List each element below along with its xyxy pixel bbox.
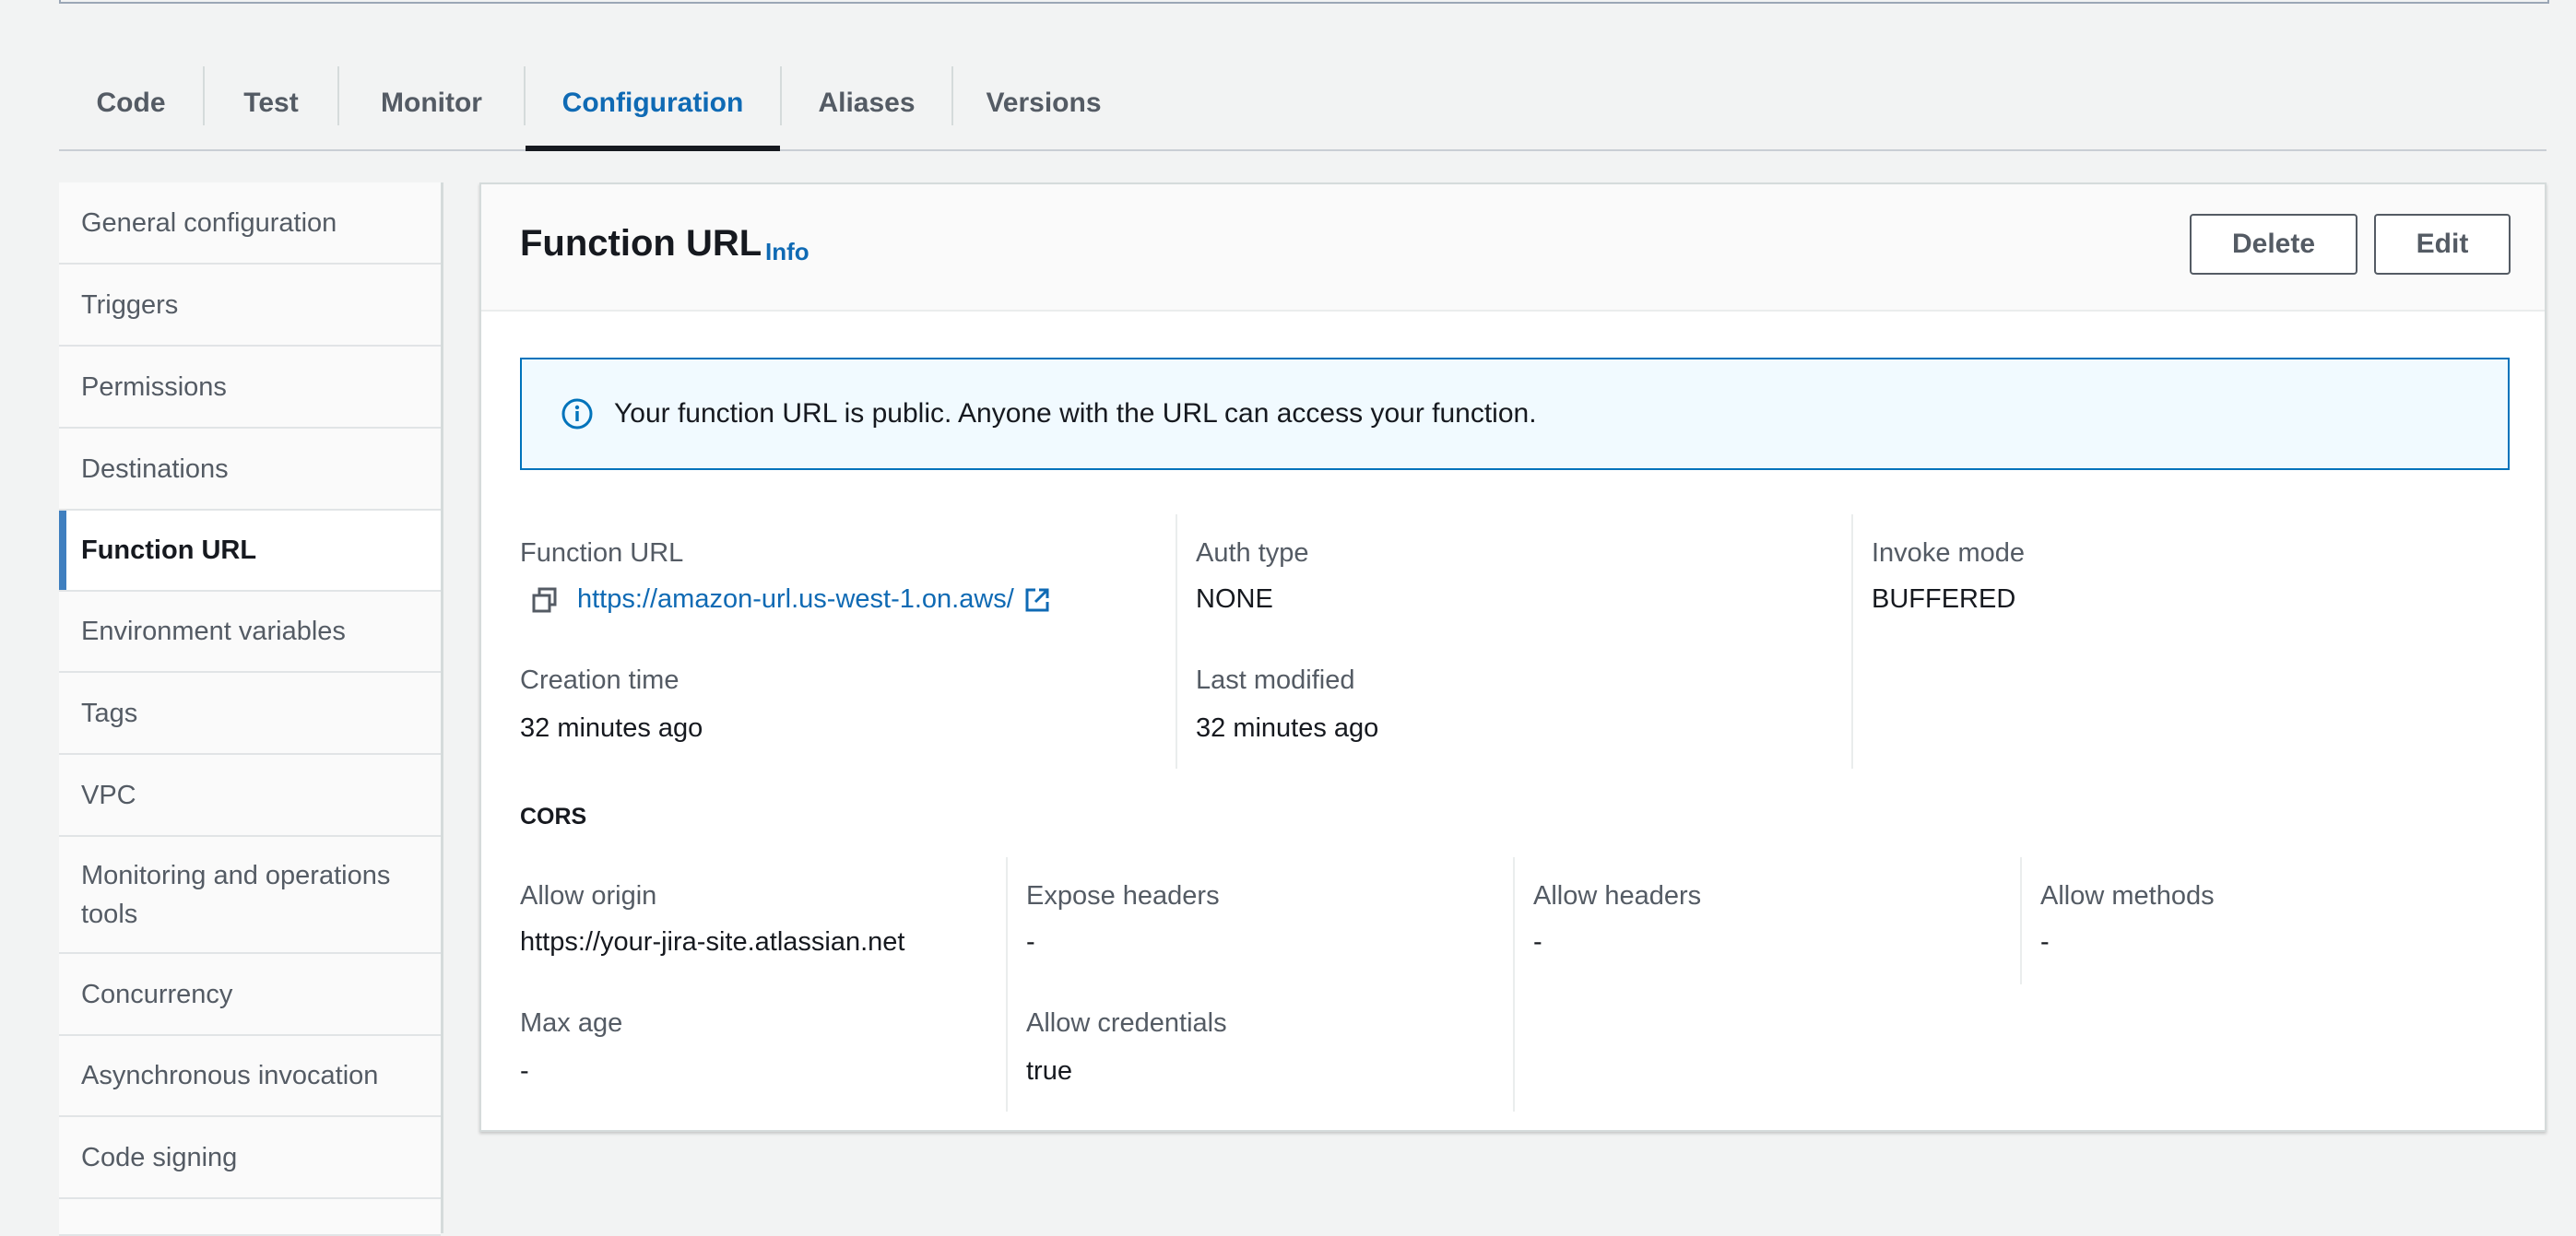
info-link[interactable]: Info — [765, 238, 809, 266]
tab-test[interactable]: Test — [205, 57, 337, 149]
allow-headers-value: - — [1533, 927, 1542, 957]
sidebar-item-vpc[interactable]: VPC — [59, 755, 441, 837]
function-url-panel: Function URL Info Delete Edit Your funct… — [479, 182, 2546, 1132]
tab-monitor[interactable]: Monitor — [339, 57, 524, 149]
sidebar-item-asynchronous-invocation[interactable]: Asynchronous invocation — [59, 1036, 441, 1117]
cors-heading: CORS — [520, 804, 587, 830]
panel-header: Function URL Info Delete Edit — [481, 184, 2545, 312]
max-age-label: Max age — [520, 1008, 623, 1038]
allow-headers-label: Allow headers — [1533, 881, 1702, 911]
tab-bar: Code Test Monitor Configuration Aliases … — [59, 57, 2546, 151]
sidebar-item-monitoring-tools[interactable]: Monitoring and operations tools — [59, 837, 441, 954]
allow-credentials-label: Allow credentials — [1026, 1008, 1227, 1038]
info-circle-icon — [561, 398, 593, 430]
edit-button[interactable]: Edit — [2374, 214, 2511, 275]
invoke-mode-label: Invoke mode — [1872, 538, 2026, 568]
max-age-value: - — [520, 1056, 529, 1086]
last-modified-label: Last modified — [1196, 665, 1355, 695]
allow-methods-value: - — [2040, 927, 2050, 957]
page-title: Function URL — [520, 223, 762, 264]
external-link-icon[interactable] — [1023, 586, 1051, 614]
cors-column-divider — [1513, 857, 1515, 1112]
invoke-mode-value: BUFFERED — [1872, 584, 2016, 614]
sidebar-item-function-url[interactable]: Function URL — [59, 511, 441, 592]
auth-type-label: Auth type — [1196, 538, 1309, 568]
allow-origin-label: Allow origin — [520, 881, 657, 911]
sidebar-item-concurrency[interactable]: Concurrency — [59, 954, 441, 1036]
creation-time-label: Creation time — [520, 665, 679, 695]
function-url-link[interactable]: https://amazon-url.us-west-1.on.aws/ — [577, 584, 1014, 615]
tab-configuration[interactable]: Configuration — [526, 57, 780, 151]
configuration-sidebar: General configuration Triggers Permissio… — [59, 182, 443, 1236]
alert-text: Your function URL is public. Anyone with… — [614, 398, 1537, 429]
tab-versions[interactable]: Versions — [953, 57, 1134, 149]
sidebar-item-next — [59, 1199, 441, 1236]
expose-headers-label: Expose headers — [1026, 881, 1220, 911]
sidebar-item-environment-variables[interactable]: Environment variables — [59, 592, 441, 673]
sidebar-item-triggers[interactable]: Triggers — [59, 265, 441, 347]
last-modified-value: 32 minutes ago — [1196, 713, 1379, 743]
function-url-value-row: https://amazon-url.us-west-1.on.aws/ — [520, 584, 1051, 615]
sidebar-item-code-signing[interactable]: Code signing — [59, 1117, 441, 1199]
public-url-alert: Your function URL is public. Anyone with… — [520, 358, 2510, 470]
column-divider — [1851, 514, 1853, 769]
allow-credentials-value: true — [1026, 1056, 1072, 1086]
allow-origin-value: https://your-jira-site.atlassian.net — [520, 927, 905, 957]
cors-column-divider — [2020, 857, 2022, 984]
expose-headers-value: - — [1026, 927, 1035, 957]
allow-methods-label: Allow methods — [2040, 881, 2215, 911]
sidebar-item-permissions[interactable]: Permissions — [59, 347, 441, 429]
creation-time-value: 32 minutes ago — [520, 713, 703, 743]
sidebar-item-destinations[interactable]: Destinations — [59, 429, 441, 511]
column-divider — [1176, 514, 1177, 769]
sidebar-item-tags[interactable]: Tags — [59, 673, 441, 755]
cors-column-divider — [1006, 857, 1008, 1112]
copy-icon[interactable] — [531, 586, 559, 614]
function-url-label: Function URL — [520, 538, 684, 568]
auth-type-value: NONE — [1196, 584, 1273, 614]
sidebar-item-general-configuration[interactable]: General configuration — [59, 182, 441, 265]
top-frame-edge — [59, 0, 2549, 4]
tab-code[interactable]: Code — [59, 57, 203, 149]
tab-aliases[interactable]: Aliases — [782, 57, 951, 149]
delete-button[interactable]: Delete — [2190, 214, 2357, 275]
